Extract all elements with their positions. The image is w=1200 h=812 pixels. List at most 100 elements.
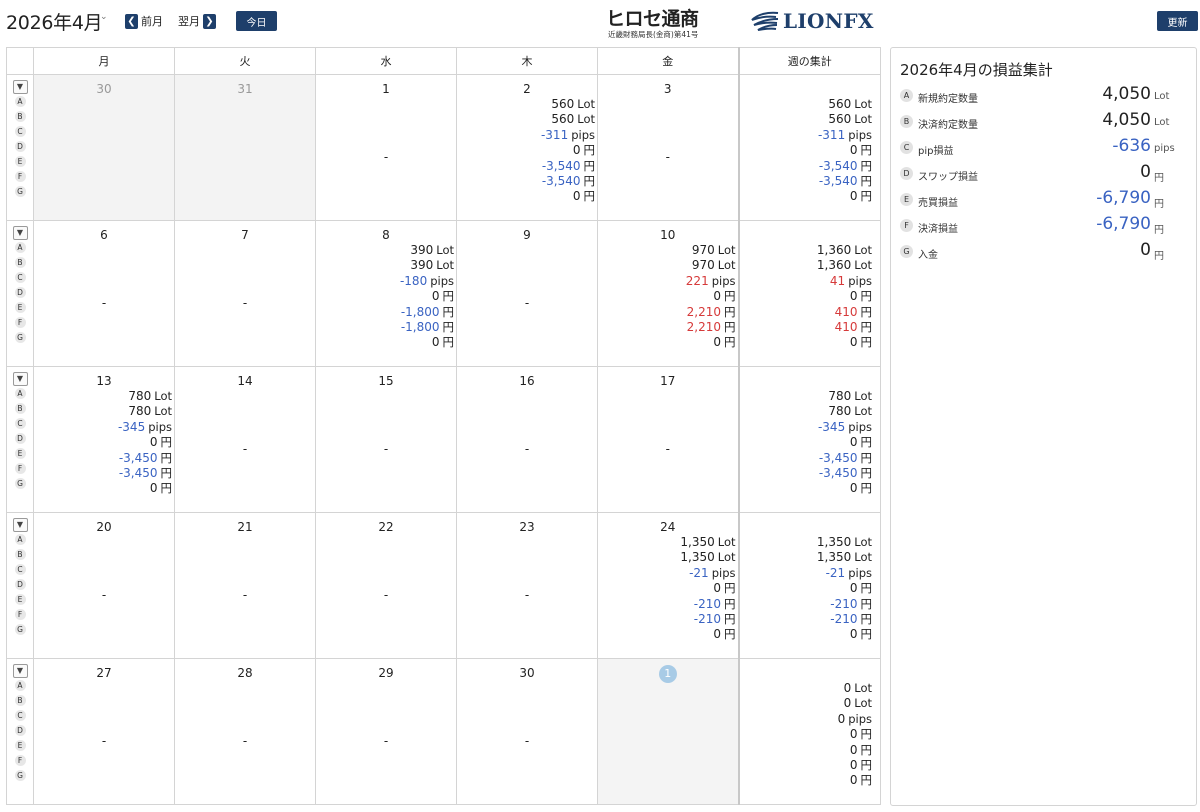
no-trade-dash: - xyxy=(101,296,107,310)
no-trade-dash: - xyxy=(101,734,107,748)
summary-row-c: Cpip損益 -636 pips xyxy=(900,136,1185,158)
expand-toggle-icon[interactable]: ▼ xyxy=(12,372,28,386)
no-trade-dash: - xyxy=(524,296,530,310)
value-unit: 円 xyxy=(860,581,873,596)
value-unit: pips xyxy=(848,419,872,434)
day-cell[interactable]: 21 - xyxy=(174,512,316,659)
next-month-button[interactable]: 翌月 ❯ xyxy=(178,12,216,30)
day-number: 16 xyxy=(519,374,535,388)
day-cell[interactable]: 14 - xyxy=(174,366,316,513)
day-cell[interactable]: 29 - xyxy=(315,658,457,805)
summary-value: 4,050 xyxy=(1102,84,1151,104)
lionfx-logo: LIONFX xyxy=(750,8,874,34)
day-cell[interactable]: 31 xyxy=(174,74,316,221)
day-cell[interactable]: 6- xyxy=(33,220,175,367)
day-number: 1 xyxy=(382,82,390,96)
value-line-g: 0円 xyxy=(686,335,735,350)
no-trade-dash: - xyxy=(524,588,530,602)
value-line-a: 1,350 Lot xyxy=(817,535,872,550)
day-cell[interactable]: 27 - xyxy=(33,658,175,805)
today-button[interactable]: 今日 xyxy=(236,11,277,31)
day-cell[interactable]: 2 560 Lot 560 Lot -311 pips 0 円 -3,540 円 -3,540 円 0 円 xyxy=(456,74,598,221)
value-line-f: -3,540 円 xyxy=(541,174,595,189)
value-number: 560 xyxy=(828,97,852,111)
row-legend: ▼ A B C D E F G xyxy=(6,74,34,221)
day-cell[interactable]: 3- xyxy=(597,74,739,221)
value-unit: Lot xyxy=(436,258,454,273)
value-unit: 円 xyxy=(860,481,873,496)
legend-letter-g: G xyxy=(14,624,26,635)
value-number: 780 xyxy=(828,404,852,419)
day-cell[interactable]: 30 xyxy=(33,74,175,221)
expand-toggle-icon[interactable]: ▼ xyxy=(12,80,28,94)
day-cell[interactable]: 17 - xyxy=(597,366,739,513)
value-unit: Lot xyxy=(577,112,595,127)
summary-unit: 円 xyxy=(1154,173,1164,184)
weekday-header: 火 xyxy=(174,47,316,75)
expand-toggle-icon[interactable]: ▼ xyxy=(12,518,28,532)
value-line-d: 0円 xyxy=(118,435,172,450)
legend-header xyxy=(6,47,34,75)
value-number: -3,540 xyxy=(818,173,858,188)
value-line-e: 410 円 xyxy=(817,305,872,320)
legend-letter-a: A xyxy=(14,680,26,691)
expand-toggle-icon[interactable]: ▼ xyxy=(12,226,28,240)
summary-unit: Lot xyxy=(1154,91,1170,102)
value-number: -345 xyxy=(117,419,146,434)
legend-letter-d: D xyxy=(14,141,26,152)
value-number: 0 xyxy=(849,481,858,496)
no-trade-dash: - xyxy=(524,734,530,748)
value-line-b: 390 Lot xyxy=(400,258,454,273)
chevron-down-icon[interactable]: ⌄ xyxy=(100,12,108,22)
day-cell[interactable]: 23 - xyxy=(456,512,598,659)
prev-month-button[interactable]: ❮ 前月 xyxy=(125,12,163,30)
day-number: 13 xyxy=(96,374,112,388)
day-cell[interactable]: 20 - xyxy=(33,512,175,659)
day-cell[interactable]: 1 xyxy=(597,658,739,805)
day-cell[interactable]: 28 - xyxy=(174,658,316,805)
legend-letter-g: G xyxy=(14,478,26,489)
value-unit: 円 xyxy=(860,173,873,188)
day-cell[interactable]: 15 - xyxy=(315,366,457,513)
value-number: -3,540 xyxy=(541,173,581,188)
value-unit: 円 xyxy=(860,465,873,480)
day-cell[interactable]: 1- xyxy=(315,74,457,221)
legend-letter-c: C xyxy=(14,418,26,429)
day-number: 21 xyxy=(237,520,253,534)
day-cell[interactable]: 24 1,350 Lot 1,350 Lot -21 pips 0 円 -210 円 -210 円 0 円 xyxy=(597,512,739,659)
value-number: 0 xyxy=(713,581,721,596)
value-line-e: -3,540 円 xyxy=(818,159,872,174)
no-trade-dash: - xyxy=(242,442,248,456)
value-line-f: -1,800 円 xyxy=(400,320,454,335)
day-cell[interactable]: 16 - xyxy=(456,366,598,513)
value-list: 560 Lot 560 Lot -311 pips 0 円 -3,540 円 -3,540 円 0 円 xyxy=(541,97,595,205)
expand-toggle-icon[interactable]: ▼ xyxy=(12,664,28,678)
day-cell[interactable]: 10 970 Lot 970 Lot 221 pips 0 円 2,210 円 2,210 円 0 円 xyxy=(597,220,739,367)
value-unit: 円 xyxy=(860,189,873,204)
refresh-button[interactable]: 更新 xyxy=(1157,11,1198,31)
day-cell[interactable]: 9- xyxy=(456,220,598,367)
value-line-b: 970 Lot xyxy=(686,258,736,273)
day-cell[interactable]: 13 780 Lot 780 Lot -345 pips 0 円 -3,450 円 -3,450 円 0 円 xyxy=(33,366,175,513)
value-number: -311 xyxy=(817,127,846,142)
value-unit: 円 xyxy=(860,773,873,788)
value-line-c: -345 pips xyxy=(818,420,872,435)
value-number: 0 xyxy=(849,627,858,642)
no-trade-dash: - xyxy=(524,442,530,456)
value-unit: Lot xyxy=(154,389,172,403)
value-number: 970 xyxy=(691,243,715,257)
legend-letter-f: F xyxy=(14,463,26,474)
summary-row-b: B 決済約定数量 4,050 Lot xyxy=(900,110,1185,132)
value-number: -180 xyxy=(399,273,428,288)
day-cell[interactable]: 7- xyxy=(174,220,316,367)
summary-unit: pips xyxy=(1154,143,1175,154)
value-unit: pips xyxy=(148,419,172,434)
legend-letter-c: C xyxy=(14,564,26,575)
value-number: 0 xyxy=(849,335,858,350)
day-cell[interactable]: 8 390 Lot 390 Lot -180 pips 0 円 -1,800 円 -1,800 円 0 円 xyxy=(315,220,457,367)
value-unit: 円 xyxy=(724,581,736,596)
month-title[interactable]: 2026年4月 xyxy=(6,8,103,35)
day-cell[interactable]: 22 - xyxy=(315,512,457,659)
value-unit: Lot xyxy=(854,243,872,257)
day-cell[interactable]: 30 - xyxy=(456,658,598,805)
